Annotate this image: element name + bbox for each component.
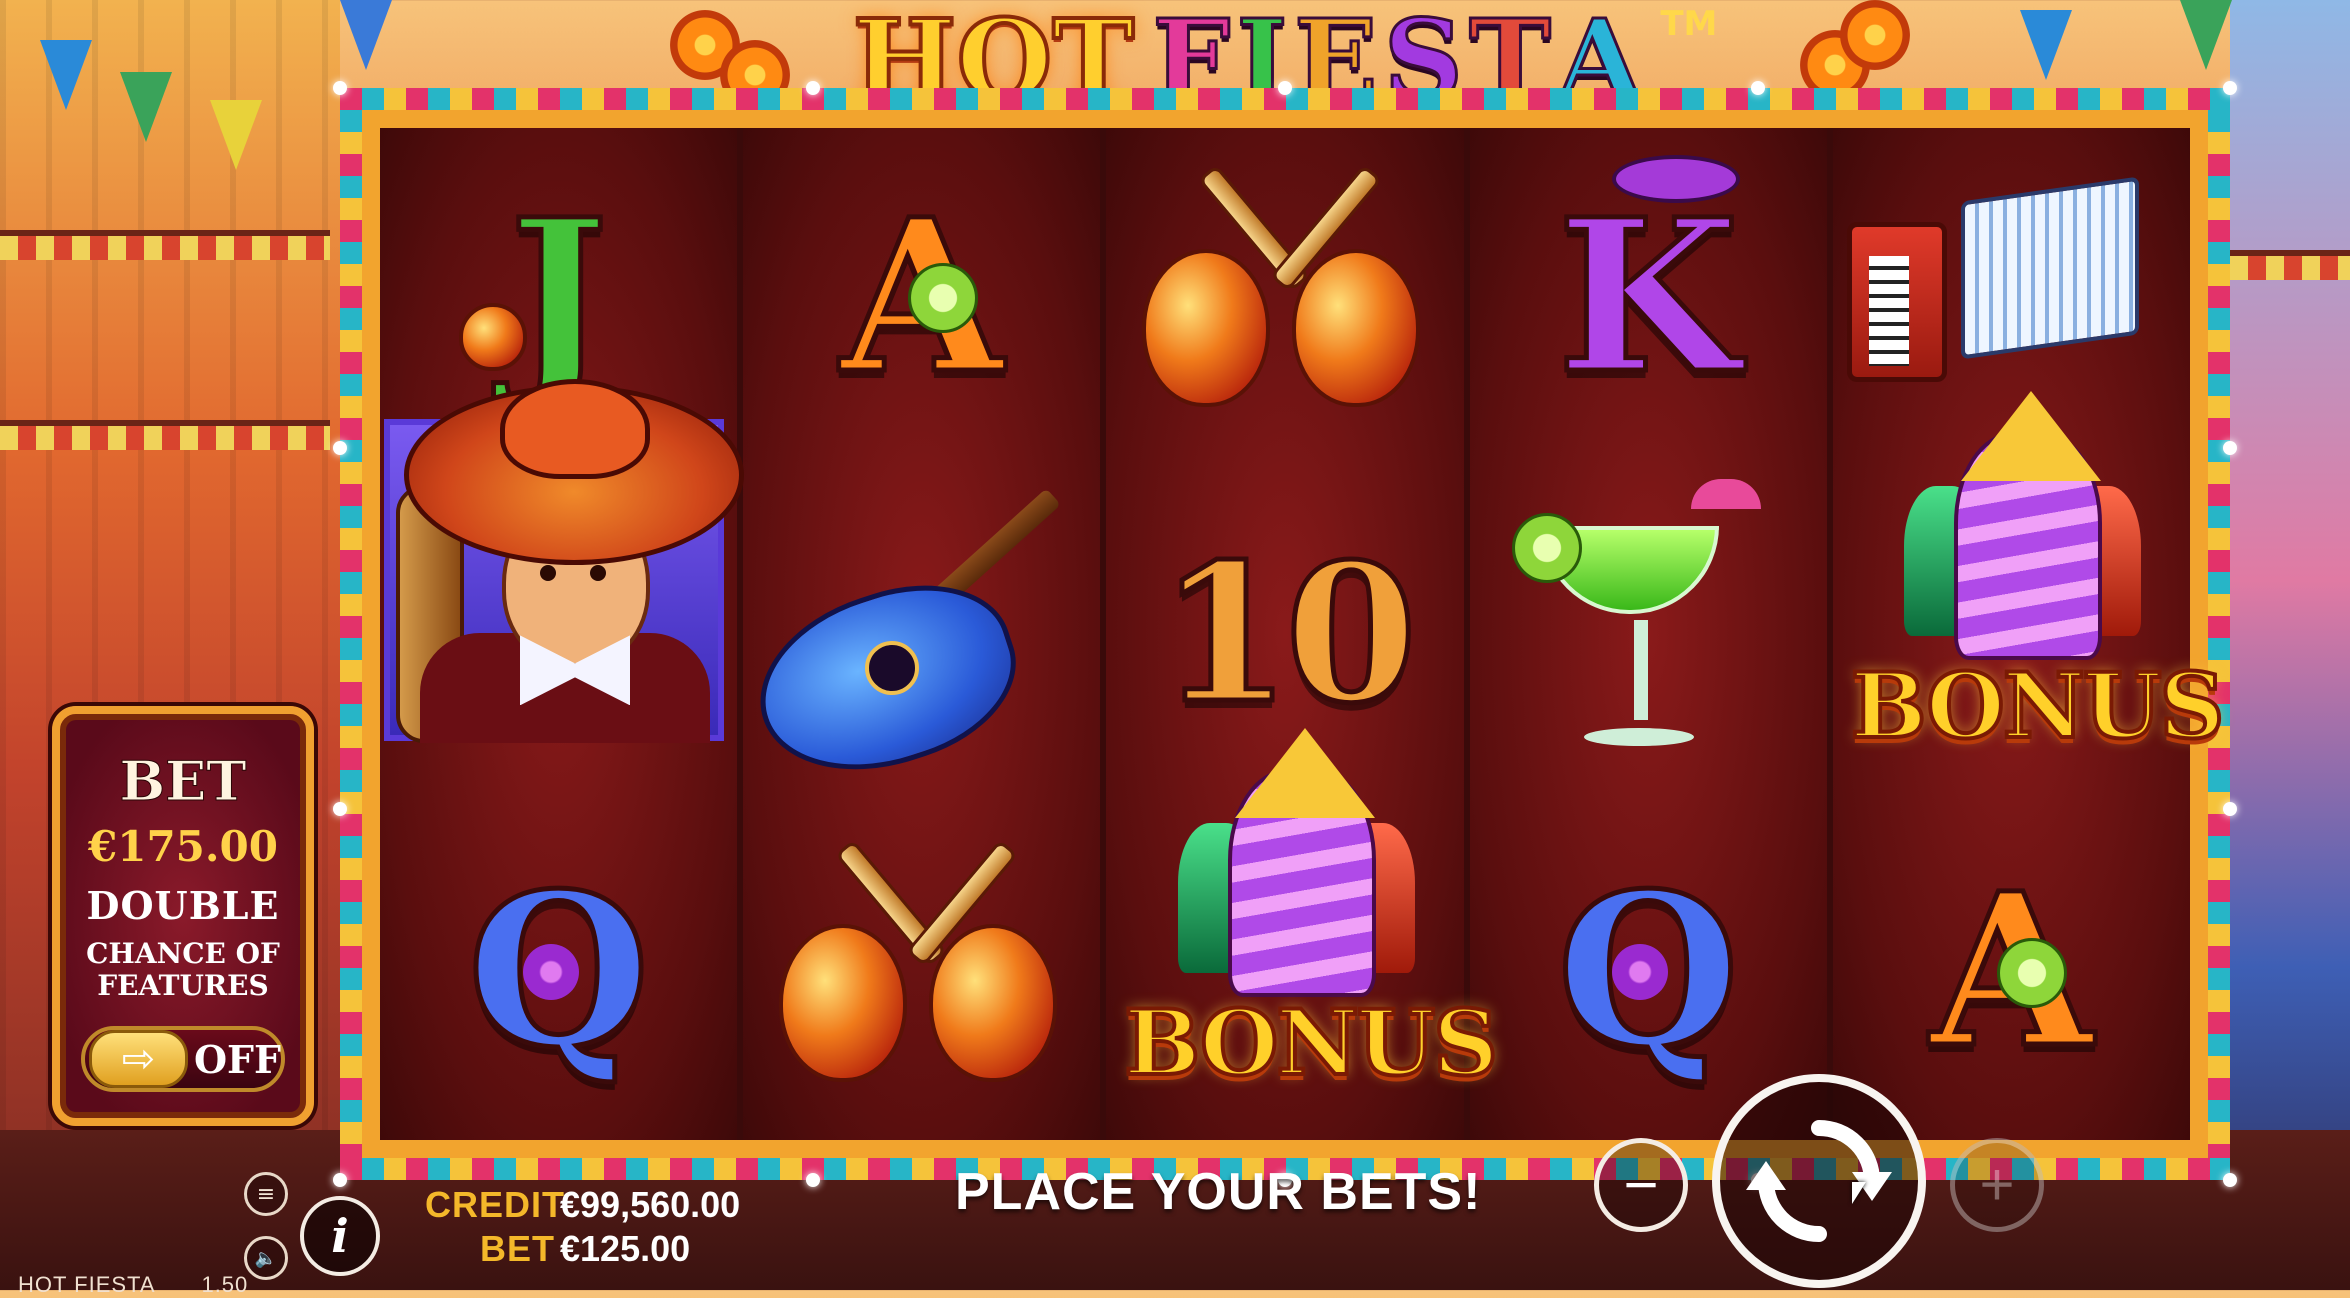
status-message: PLACE YOUR BETS! (955, 1163, 1482, 1221)
credit-value: €99,560.00 (560, 1184, 741, 1225)
symbol-margarita (1470, 465, 1827, 802)
bonus-label: BONUS (1849, 652, 2227, 759)
maraca-icon (1142, 249, 1271, 408)
frame-bulb-icon (1750, 81, 1765, 95)
credit-label: CREDIT (425, 1184, 565, 1225)
symbol-guitar (737, 465, 1100, 802)
pennant-flag (2180, 0, 2232, 70)
double-chance-toggle[interactable]: ⇨ OFF (81, 1026, 285, 1093)
symbol-bonus: BONUS (1106, 728, 1500, 1140)
guitar-soundhole (864, 640, 919, 695)
reel-column: KQ (1469, 128, 1827, 1140)
bet-panel-chance-line: CHANCE OF (86, 937, 280, 970)
frame-bulb-icon (805, 81, 820, 95)
rocket-cone-icon (1234, 728, 1375, 819)
bet-panel-double: DOUBLE (86, 883, 280, 928)
reel-column: JQ (380, 128, 744, 1140)
footer-version: 1.50 (201, 1272, 249, 1297)
bet-label: BET (480, 1228, 555, 1269)
background-balcony (0, 420, 330, 450)
accordion-keys (1868, 256, 1909, 367)
mouse-cursor-icon (1852, 1182, 1866, 1204)
pennant-flag (2020, 10, 2072, 80)
frame-bulb-icon (2223, 81, 2237, 95)
reel-frame: JQA10BONUSKQBONUSA (333, 81, 2237, 1187)
reel-cell: A (1833, 803, 2190, 1140)
increase-bet-button[interactable]: + (1950, 1138, 2044, 1232)
info-button[interactable]: i (300, 1196, 380, 1276)
symbol-10: 10 (1156, 521, 1419, 745)
frame-bulb-icon (333, 1173, 347, 1187)
frame-bulb-icon (333, 81, 347, 95)
maraca-icon (1292, 249, 1421, 408)
mariachi-wild-icon (384, 379, 744, 744)
maraca-icon (928, 924, 1057, 1083)
frame-bulb-icon (1278, 81, 1292, 95)
frame-bulb-icon (2223, 801, 2237, 816)
bonus-label: BONUS (1122, 990, 1500, 1097)
logo-trademark: TM (1660, 4, 1718, 44)
bet-panel-amount: €175.00 (88, 822, 278, 871)
sombrero-icon (1612, 154, 1741, 203)
pennant-flag (120, 72, 172, 142)
reel-cell: Q (380, 803, 737, 1140)
pennant-flag (210, 100, 262, 170)
frame-bulb-icon (333, 441, 347, 456)
rocket-cone-icon (1961, 391, 2102, 482)
double-chance-panel: BET €175.00 DOUBLE CHANCE OF FEATURES ⇨ … (52, 706, 314, 1126)
reel-cell: K (1470, 128, 1827, 465)
maraca-icon (458, 303, 527, 372)
background-right-building (2230, 0, 2350, 1290)
reel-cell: A (743, 128, 1100, 465)
toggle-arrow-icon[interactable]: ⇨ (89, 1030, 188, 1089)
symbol-j: J (506, 172, 610, 420)
footer-game-name: HOT FIESTA (18, 1272, 155, 1297)
spin-arrows-icon (1746, 1120, 1892, 1242)
toggle-state-label: OFF (193, 1036, 281, 1082)
frame-bulb-icon (2223, 1173, 2237, 1187)
symbol-maracas (743, 803, 1100, 1140)
sombrero-crown (500, 379, 650, 480)
symbol-bonus: BONUS (1833, 391, 2227, 802)
umbrella-icon (1691, 478, 1762, 509)
decrease-bet-button[interactable]: − (1594, 1138, 1688, 1232)
rose-icon (522, 944, 579, 1001)
maraca-icon (778, 924, 907, 1083)
symbol-mariachi (380, 379, 744, 802)
bet-panel-chance: CHANCE OF FEATURES (86, 937, 280, 1003)
frame-bulb-icon (805, 1173, 820, 1187)
reel-column: BONUS A (1832, 128, 2227, 1140)
symbol-maracas (1106, 128, 1463, 465)
bet-value: €125.00 (560, 1228, 691, 1269)
frame-bulb-icon (333, 801, 347, 816)
bet-panel-title: BET (119, 749, 247, 813)
reel-grid: JQA10BONUSKQBONUSA (380, 128, 2227, 1140)
background-balcony (2230, 250, 2350, 280)
menu-button[interactable]: ≡ (244, 1172, 288, 1216)
bet-panel-features-line: FEATURES (97, 969, 269, 1003)
spin-button[interactable] (1712, 1074, 1926, 1288)
pennant-flag (340, 0, 392, 70)
accordion-bellows (1961, 176, 2140, 360)
reel-column: A (737, 128, 1101, 1140)
symbol-k: K (1554, 172, 1742, 420)
background-balcony (0, 230, 330, 260)
sound-button[interactable]: 🔈 (244, 1236, 288, 1280)
pennant-flag (40, 40, 92, 110)
lime-icon (1512, 512, 1583, 583)
glass-base (1583, 728, 1694, 747)
lime-icon (1997, 937, 2068, 1008)
game-footer: HOT FIESTA 1.50 (18, 1272, 248, 1298)
reel-column: 10 BONUS (1106, 128, 1500, 1140)
marigold-flower-icon (1840, 0, 1910, 70)
lime-icon (907, 262, 978, 333)
glass-stem (1633, 620, 1648, 721)
